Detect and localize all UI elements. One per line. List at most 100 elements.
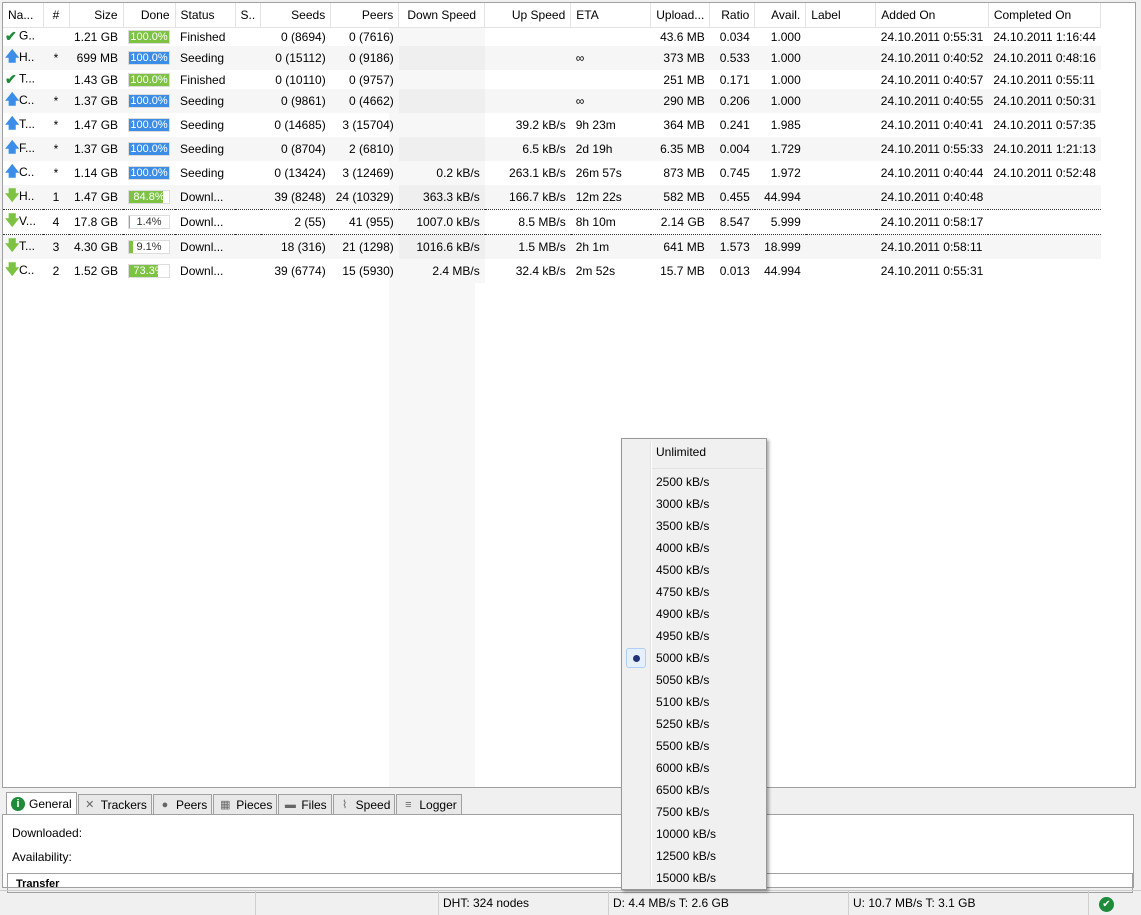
torrent-list[interactable]: Na... # Size Done Status S.. Seeds Peers Down Sp…	[2, 2, 1136, 788]
completed-on: 24.10.2011 0:57:35	[993, 118, 1096, 132]
torrent-row[interactable]: 🡅F... * 1.37 GB 100.0% Seeding 0 (8704) 2 (681…	[3, 137, 1101, 161]
tab-files[interactable]: ▬ Files	[278, 794, 332, 815]
availability: 5.999	[754, 209, 806, 235]
uploaded: 290 MB	[650, 89, 710, 113]
menu-item-speed[interactable]: 4500 kB/s	[656, 563, 709, 577]
torrent-row[interactable]: 🡇T... 3 4.30 GB 9.1% Downl... 18 (316) 21 (129…	[3, 234, 1101, 259]
eta: ∞	[570, 89, 651, 113]
torrent-row[interactable]: 🡅C.. * 1.14 GB 100.0% Seeding 0 (13424) 3 (124…	[3, 161, 1101, 185]
tab-peers[interactable]: ● Peers	[152, 794, 213, 815]
status: Downl...	[175, 234, 236, 259]
torrent-row[interactable]: 🡇H.. 1 1.47 GB 84.8% Downl... 39 (8248) 24 (10…	[3, 185, 1101, 210]
added-on: 24.10.2011 0:40:52	[875, 46, 989, 70]
down-speed: 363.3 kB/s	[398, 185, 485, 210]
column-header[interactable]: Upload...	[650, 3, 711, 28]
queue-number: *	[53, 118, 59, 132]
menu-item-speed[interactable]: 6000 kB/s	[656, 761, 709, 775]
down-speed	[398, 89, 485, 113]
column-header[interactable]: Peers	[330, 3, 400, 28]
menu-item-speed[interactable]: 5100 kB/s	[656, 695, 709, 709]
menu-item-speed[interactable]: 10000 kB/s	[656, 827, 716, 841]
peers: 2 (6810)	[330, 137, 399, 161]
torrent-row[interactable]: 🡇V... 4 17.8 GB 1.4% Downl... 2 (55) 41 (955) 1…	[3, 209, 1101, 235]
menu-item-speed[interactable]: 7500 kB/s	[656, 805, 709, 819]
menu-item-speed[interactable]: 5250 kB/s	[656, 717, 709, 731]
status-dht: DHT: 324 nodes	[438, 891, 608, 915]
torrent-row[interactable]: ✔ T... 1.43 GB 100.0% Finished 0 (10110) 0 (97…	[3, 70, 1101, 89]
added-on: 24.10.2011 0:55:31	[880, 264, 984, 278]
column-header[interactable]: Added On	[875, 3, 989, 28]
size: 1.37 GB	[69, 137, 124, 161]
size: 1.14 GB	[74, 166, 119, 180]
seeds: 0 (9861)	[260, 89, 331, 113]
menu-item-unlimited[interactable]: Unlimited	[656, 445, 706, 459]
column-header[interactable]: #	[43, 3, 70, 28]
arrow-down-icon: 🡇	[5, 237, 20, 253]
column-header[interactable]: Done	[123, 3, 176, 28]
queue-number	[43, 70, 69, 89]
torrent-name: H..	[19, 50, 35, 65]
speed-icon: ⌇	[341, 799, 348, 811]
menu-item-speed[interactable]: 2500 kB/s	[656, 475, 709, 489]
menu-item-speed[interactable]: 4900 kB/s	[656, 607, 709, 621]
column-header[interactable]: Up Speed	[484, 3, 572, 28]
seeds: 0 (8694)	[281, 29, 326, 44]
peers: 3 (12469)	[342, 166, 394, 180]
menu-item-speed[interactable]: 6500 kB/s	[656, 783, 709, 797]
column-header[interactable]: Ratio	[709, 3, 756, 28]
column-header[interactable]: Avail.	[754, 3, 807, 28]
tab-logger[interactable]: ≡ Logger	[396, 794, 462, 815]
tab-general[interactable]: i General	[6, 792, 77, 814]
column-header[interactable]: Size	[69, 3, 124, 28]
column-header[interactable]: S..	[235, 3, 262, 28]
completed-on	[988, 234, 1101, 259]
column-header[interactable]: Seeds	[260, 3, 332, 28]
menu-item-speed[interactable]: 5000 kB/s	[656, 651, 709, 665]
up-speed: 32.4 kB/s	[515, 264, 566, 278]
status: Downl...	[175, 209, 236, 235]
down-speed: 2.4 MB/s	[398, 259, 485, 283]
menu-item-speed[interactable]: 15000 kB/s	[656, 871, 716, 885]
menu-item-speed[interactable]: 3000 kB/s	[656, 497, 709, 511]
ratio: 0.745	[719, 166, 750, 180]
completed-on: 24.10.2011 0:55:11	[993, 72, 1095, 87]
menu-item-speed[interactable]: 3500 kB/s	[656, 519, 709, 533]
size: 1.37 GB	[69, 89, 124, 113]
ratio: 0.206	[709, 89, 755, 113]
queue-number: *	[43, 137, 69, 161]
peers: 41 (955)	[330, 209, 399, 235]
progress-bar: 84.8%	[123, 185, 176, 210]
torrent-row[interactable]: 🡅T... * 1.47 GB 100.0% Seeding 0 (14685) 3 (15…	[3, 113, 1101, 137]
column-header[interactable]: Na...	[3, 3, 44, 28]
menu-item-speed[interactable]: 4000 kB/s	[656, 541, 709, 555]
column-header[interactable]: Label	[805, 3, 877, 28]
torrent-name: T...	[19, 117, 36, 132]
menu-item-speed[interactable]: 4950 kB/s	[656, 629, 709, 643]
added-on: 24.10.2011 0:40:57	[880, 72, 984, 87]
down-speed	[398, 137, 485, 161]
tab-trackers[interactable]: ✕ Trackers	[77, 794, 152, 815]
torrent-row[interactable]: 🡇C.. 2 1.52 GB 73.3% Downl... 39 (6774) 15 (59…	[3, 259, 1101, 283]
tab-pieces[interactable]: ▦ Pieces	[213, 794, 278, 815]
uploaded: 15.7 MB	[660, 264, 705, 278]
torrent-row[interactable]: 🡅H.. * 699 MB 100.0% Seeding 0 (15112) 0 (9186…	[3, 46, 1101, 70]
queue-number: 4	[43, 209, 69, 235]
menu-item-speed[interactable]: 12500 kB/s	[656, 849, 716, 863]
tab-speed[interactable]: ⌇ Speed	[332, 794, 396, 815]
column-header[interactable]: Completed On	[988, 3, 1102, 28]
menu-item-speed[interactable]: 4750 kB/s	[656, 585, 709, 599]
uploaded: 43.6 MB	[660, 29, 705, 44]
column-header[interactable]: Status	[175, 3, 236, 28]
size: 17.8 GB	[69, 209, 124, 235]
column-header[interactable]: Down Speed	[398, 3, 486, 28]
availability: 1.000	[754, 46, 806, 70]
progress-bar: 1.4%	[123, 209, 176, 235]
torrent-row[interactable]: 🡅C.. * 1.37 GB 100.0% Seeding 0 (9861) 0 (4662…	[3, 89, 1101, 113]
menu-item-speed[interactable]: 5500 kB/s	[656, 739, 709, 753]
status-download: D: 4.4 MB/s T: 2.6 GB	[608, 891, 848, 915]
availability: 1.972	[770, 166, 801, 180]
torrent-row[interactable]: ✔ G.. 1.21 GB 100.0% Finished 0 (8694) 0 (7616…	[3, 27, 1101, 46]
completed-on: 24.10.2011 1:16:44	[993, 29, 1096, 44]
column-header[interactable]: ETA	[570, 3, 652, 28]
menu-item-speed[interactable]: 5050 kB/s	[656, 673, 709, 687]
